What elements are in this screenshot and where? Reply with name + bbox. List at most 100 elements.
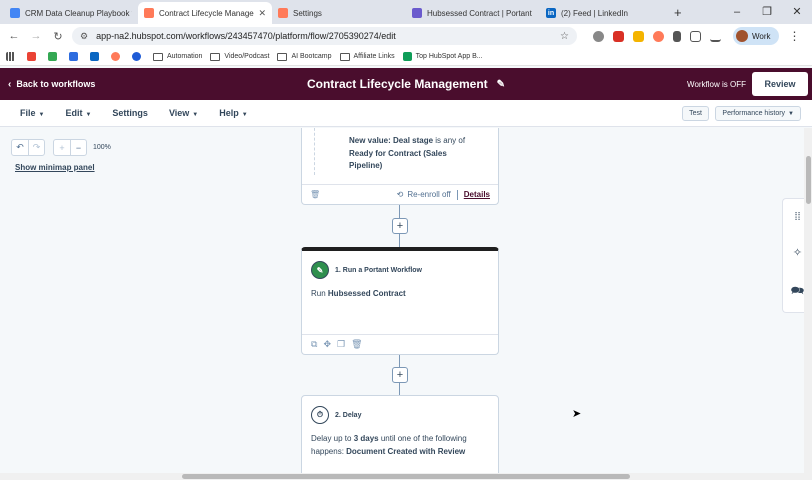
bookmark-folder-affiliate[interactable]: Affiliate Links [339, 52, 395, 61]
reload-icon[interactable]: ↻ [50, 30, 66, 43]
menu-view[interactable]: View ▼ [169, 108, 198, 118]
docs-favicon-icon [10, 8, 20, 18]
drive-icon[interactable] [48, 52, 61, 61]
bookmarks-bar: Automation Video/Podcast AI Bootcamp Aff… [0, 48, 812, 66]
page-title: Contract Lifecycle Management ✎ [307, 77, 505, 91]
browser-tab[interactable]: CRM Data Cleanup Playbook fo [4, 2, 138, 24]
undo-icon[interactable]: ↶ [12, 140, 28, 155]
tab-label: Hubsessed Contract | Portant [427, 8, 532, 18]
menu-edit[interactable]: Edit ▼ [65, 108, 91, 118]
hubspot-favicon-icon [144, 8, 154, 18]
zoom-level: 100% [93, 144, 111, 151]
eyedropper-icon[interactable] [673, 30, 681, 42]
hubspot-icon[interactable] [111, 52, 124, 61]
apps-icon[interactable] [6, 52, 19, 61]
trigger-card[interactable]: New value: Deal stage is any of Ready fo… [301, 128, 499, 205]
add-action-button[interactable]: + [392, 367, 408, 383]
linkedin-icon[interactable] [90, 52, 103, 61]
action-title: 1. Run a Portant Workflow [335, 266, 422, 274]
comments-icon[interactable]: 🗪 [791, 282, 805, 301]
menu-settings[interactable]: Settings [112, 108, 148, 118]
details-link[interactable]: Details [464, 190, 490, 199]
test-button[interactable]: Test [682, 106, 709, 121]
profile-label: Work [752, 31, 771, 41]
bookmark-sheet[interactable]: Top HubSpot App B... [402, 52, 483, 61]
horizontal-scrollbar[interactable] [0, 473, 812, 480]
reenroll-toggle[interactable]: ⟲ Re-enroll off [397, 190, 451, 199]
new-tab-button[interactable]: + [668, 2, 688, 24]
action-description: Delay up to 3 days until one of the foll… [311, 434, 467, 456]
tab-label: CRM Data Cleanup Playbook fo [25, 8, 132, 18]
bookmark-folder-ai-bootcamp[interactable]: AI Bootcamp [277, 52, 332, 61]
zoom-out-icon[interactable]: − [70, 140, 86, 155]
trigger-criteria: New value: Deal stage is any of Ready fo… [314, 128, 494, 175]
profile-button[interactable]: Work [733, 27, 779, 45]
sheets-icon [402, 52, 412, 61]
bookmark-label: Affiliate Links [353, 53, 395, 60]
bookmark-icon[interactable] [132, 52, 145, 61]
workflow-header: ‹ Back to workflows Contract Lifecycle M… [0, 68, 812, 100]
trash-icon[interactable]: 🗑 [351, 339, 362, 350]
puzzle-icon[interactable] [690, 30, 701, 42]
workflow-title: Contract Lifecycle Management [306, 77, 488, 91]
browser-tab-bar: CRM Data Cleanup Playbook fo Contract Li… [0, 0, 812, 24]
browser-tab[interactable]: Settings [272, 2, 406, 24]
move-icon[interactable]: ✥ [323, 339, 331, 350]
extension-icon[interactable] [613, 30, 624, 42]
close-window-icon[interactable]: ✕ [782, 0, 812, 24]
site-info-icon[interactable]: ⚙ [80, 31, 88, 42]
close-icon[interactable]: ✕ [258, 8, 266, 19]
clone-icon[interactable]: ❐ [337, 339, 345, 350]
extension-icon[interactable] [653, 30, 664, 42]
bookmark-label: Video/Podcast [224, 53, 270, 60]
browser-tab[interactable]: in (2) Feed | LinkedIn [540, 2, 668, 24]
bookmark-label: Top HubSpot App B... [415, 53, 483, 60]
show-minimap-link[interactable]: Show minimap panel [15, 163, 95, 172]
zoom-controls: ↶ ↷ + − 100% [11, 139, 111, 156]
menu-bar: File ▼ Edit ▼ Settings View ▼ Help ▼ Test Pe… [0, 100, 812, 127]
menu-help[interactable]: Help ▼ [219, 108, 247, 118]
gmail-icon[interactable] [27, 52, 40, 61]
extension-icon[interactable] [593, 30, 604, 42]
back-to-workflows-link[interactable]: ‹ Back to workflows [0, 79, 95, 90]
minimize-icon[interactable]: – [722, 0, 752, 24]
bookmark-folder-automation[interactable]: Automation [153, 52, 202, 61]
copy-icon[interactable]: ⧉ [311, 339, 317, 350]
menu-file[interactable]: File ▼ [20, 108, 44, 118]
trash-icon[interactable]: 🗑 [310, 190, 320, 199]
action-card-footer: ⧉ ✥ ❐ 🗑 [302, 334, 498, 354]
hubspot-favicon-icon [278, 8, 288, 18]
stopwatch-icon: ⏱ [311, 406, 329, 424]
review-button[interactable]: Review [752, 72, 808, 96]
sparkle-icon[interactable]: ✧ [793, 246, 802, 259]
chevron-left-icon: ‹ [8, 78, 12, 90]
forward-arrow-icon[interactable]: → [28, 30, 44, 42]
bookmark-star-icon[interactable]: ☆ [560, 31, 569, 42]
folder-icon [277, 52, 288, 61]
grid-icon[interactable]: ⁞⁞ [794, 211, 800, 223]
chevron-down-icon: ▼ [192, 112, 199, 118]
folder-icon [210, 52, 221, 61]
zoom-in-icon[interactable]: + [54, 140, 70, 155]
url-field[interactable]: ⚙ app-na2.hubspot.com/workflows/24345747… [72, 27, 577, 45]
performance-history-button[interactable]: Performance history ▼ [715, 106, 801, 121]
workflow-canvas[interactable]: ↶ ↷ + − 100% Show minimap panel New valu… [0, 128, 812, 480]
download-icon[interactable] [710, 30, 721, 42]
bookmark-folder-video[interactable]: Video/Podcast [210, 52, 270, 61]
restore-icon[interactable]: ❐ [752, 0, 782, 24]
action-description: Run Hubsessed Contract [311, 289, 406, 298]
action-card-portant[interactable]: ✎ 1. Run a Portant Workflow Run Hubsesse… [301, 247, 499, 355]
add-action-button[interactable]: + [392, 218, 408, 234]
chevron-down-icon: ▼ [241, 112, 248, 118]
redo-icon[interactable]: ↷ [28, 140, 44, 155]
browser-tab[interactable]: Hubsessed Contract | Portant [406, 2, 540, 24]
browser-tab-active[interactable]: Contract Lifecycle Manageme ✕ [138, 2, 272, 24]
bookmark-icon[interactable] [69, 52, 82, 61]
chevron-down-icon: ▼ [85, 112, 92, 118]
browser-menu-icon[interactable]: ⋮ [789, 29, 801, 43]
vertical-scrollbar[interactable] [804, 128, 812, 473]
action-card-delay[interactable]: ⏱ 2. Delay Delay up to 3 days until one … [301, 395, 499, 480]
back-arrow-icon[interactable]: ← [6, 30, 22, 42]
edit-pencil-icon[interactable]: ✎ [497, 79, 505, 90]
extension-icon[interactable] [633, 30, 644, 42]
